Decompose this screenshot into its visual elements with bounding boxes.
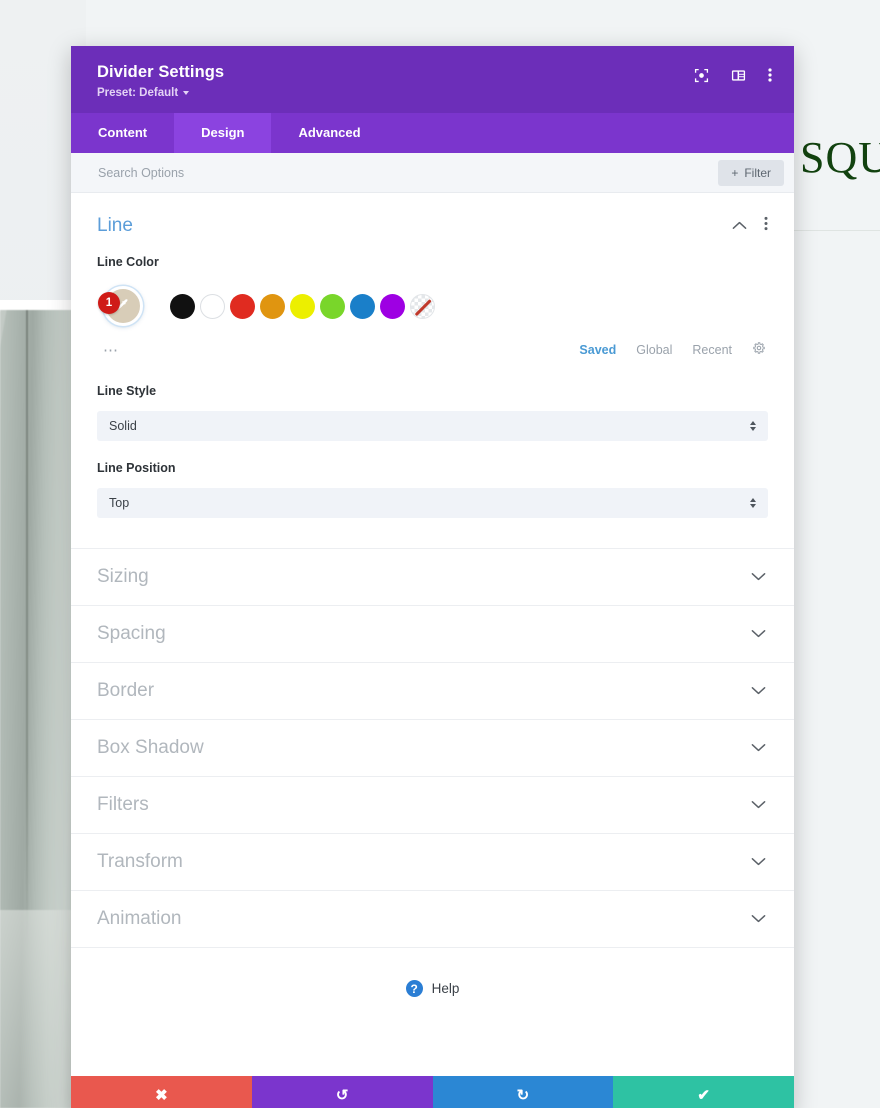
save-button[interactable]: ✔ <box>613 1076 794 1108</box>
more-horizontal-icon[interactable]: ⋯ <box>103 343 120 358</box>
tab-design[interactable]: Design <box>174 113 272 153</box>
line-style-label: Line Style <box>97 384 157 398</box>
line-section-header-icons <box>732 216 768 236</box>
accordion-label: Transform <box>97 851 183 872</box>
divider-settings-modal: Divider Settings Preset: Default Content… <box>71 46 794 1108</box>
line-position-field: Line Position Top <box>97 441 768 518</box>
accordion-label: Sizing <box>97 566 149 587</box>
chevron-down-icon <box>751 568 766 586</box>
search-input[interactable] <box>98 165 719 180</box>
accordion-label: Filters <box>97 794 149 815</box>
modal-footer: ✖ ↺ ↻ ✔ <box>71 1076 794 1108</box>
status-badge: 1 <box>98 292 120 314</box>
chevron-down-icon <box>751 910 766 928</box>
help-link[interactable]: Help <box>432 981 460 996</box>
chevron-down-icon <box>751 625 766 643</box>
accordion-item-filters[interactable]: Filters <box>71 776 794 833</box>
chevron-down-icon <box>183 91 190 95</box>
more-vertical-icon[interactable] <box>764 216 768 236</box>
page-title: Divider Settings <box>97 63 225 81</box>
redo-button[interactable]: ↻ <box>432 1076 614 1108</box>
accordion-item-sizing[interactable]: Sizing <box>71 548 794 605</box>
more-vertical-icon[interactable] <box>768 67 772 83</box>
palette-tab-saved[interactable]: Saved <box>579 343 616 357</box>
accordion-item-animation[interactable]: Animation <box>71 890 794 947</box>
accordion-item-box-shadow[interactable]: Box Shadow <box>71 719 794 776</box>
background-divider-rule <box>790 230 880 231</box>
line-style-select-wrap: Solid <box>97 411 768 441</box>
accordion-item-border[interactable]: Border <box>71 662 794 719</box>
help-row: ? Help <box>71 947 794 1029</box>
swatch-yellow[interactable] <box>290 293 315 319</box>
line-position-select-wrap: Top <box>97 488 768 518</box>
preset-label: Preset: Default <box>97 87 179 99</box>
line-section: Line Line Color 1 ⋯ Saved Global Recent … <box>71 193 794 548</box>
header-icon-group <box>694 63 772 83</box>
search-bar: + Filter <box>71 153 794 193</box>
plus-icon: + <box>731 165 739 180</box>
palette-tab-group: Saved Global Recent <box>579 341 766 360</box>
palette-tab-recent[interactable]: Recent <box>692 343 732 357</box>
swatch-transparent[interactable] <box>410 293 435 319</box>
close-icon: ✖ <box>155 1086 168 1104</box>
focus-target-icon[interactable] <box>694 68 709 83</box>
line-style-select[interactable]: Solid <box>97 411 768 441</box>
line-color-label: Line Color <box>97 255 159 269</box>
tab-content[interactable]: Content <box>71 113 174 153</box>
accordion-item-spacing[interactable]: Spacing <box>71 605 794 662</box>
filter-button-label: Filter <box>744 165 771 180</box>
line-section-title: Line <box>97 215 133 236</box>
swatch-white[interactable] <box>200 293 225 319</box>
layout-panel-icon[interactable] <box>731 68 746 83</box>
redo-icon: ↻ <box>516 1086 530 1104</box>
modal-body: Line Line Color 1 ⋯ Saved Global Recent … <box>71 193 794 1076</box>
line-section-bottom-spacer <box>97 518 768 548</box>
chevron-down-icon <box>751 739 766 757</box>
undo-icon: ↺ <box>335 1086 349 1104</box>
chevron-down-icon <box>751 853 766 871</box>
accordion-label: Border <box>97 680 155 701</box>
chevron-down-icon <box>751 682 766 700</box>
swatch-black[interactable] <box>170 293 195 319</box>
filter-button[interactable]: + Filter <box>718 159 784 186</box>
palette-meta-row: ⋯ Saved Global Recent <box>97 330 768 364</box>
tab-advanced[interactable]: Advanced <box>271 113 387 153</box>
background-wordmark: SQU <box>800 133 880 182</box>
chevron-down-icon <box>751 796 766 814</box>
swatch-green[interactable] <box>320 293 345 319</box>
accordion-label: Box Shadow <box>97 737 204 758</box>
cancel-button[interactable]: ✖ <box>71 1076 252 1108</box>
accordion-label: Animation <box>97 908 182 929</box>
accordion-label: Spacing <box>97 623 166 644</box>
gear-icon[interactable] <box>752 341 766 360</box>
modal-tabs: Content Design Advanced <box>71 113 794 153</box>
modal-header: Divider Settings Preset: Default <box>71 46 794 113</box>
header-titles: Divider Settings Preset: Default <box>97 63 224 99</box>
line-section-header: Line <box>97 215 768 255</box>
line-position-select[interactable]: Top <box>97 488 768 518</box>
palette-tab-global[interactable]: Global <box>636 343 672 357</box>
preset-selector[interactable]: Preset: Default <box>97 87 224 99</box>
line-style-field: Line Style Solid <box>97 364 768 441</box>
selected-color-control: 1 <box>97 282 149 330</box>
swatch-orange[interactable] <box>260 293 285 319</box>
undo-button[interactable]: ↺ <box>251 1076 433 1108</box>
line-position-label: Line Position <box>97 461 176 475</box>
swatch-purple[interactable] <box>380 293 405 319</box>
swatch-blue[interactable] <box>350 293 375 319</box>
body-bottom-spacer <box>71 1029 794 1076</box>
swatch-red[interactable] <box>230 293 255 319</box>
color-swatch-row: 1 <box>97 282 768 330</box>
accordion-item-transform[interactable]: Transform <box>71 833 794 890</box>
check-icon: ✔ <box>697 1086 710 1104</box>
help-icon: ? <box>405 980 423 997</box>
chevron-up-icon[interactable] <box>732 217 747 235</box>
